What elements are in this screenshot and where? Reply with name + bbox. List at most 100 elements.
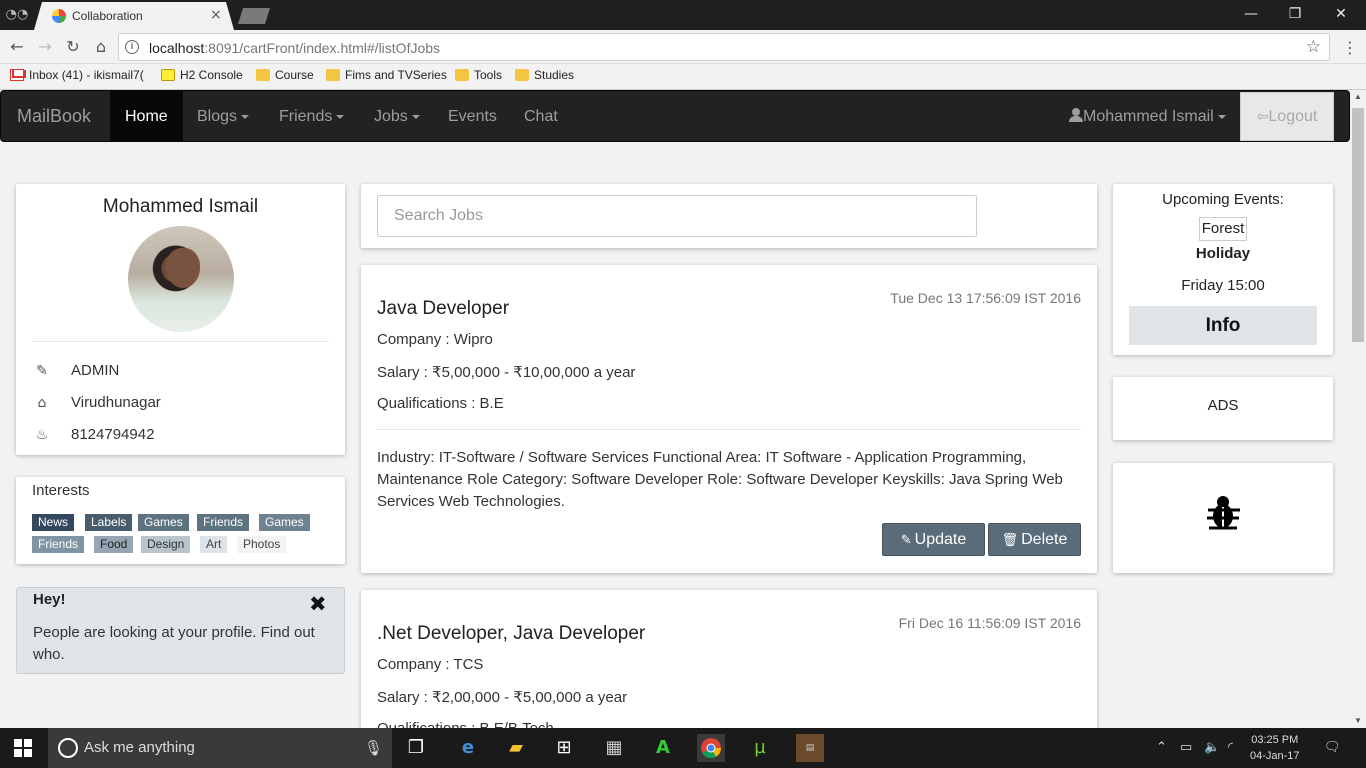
- bookmark-item[interactable]: H2 Console: [161, 68, 243, 82]
- interest-tag[interactable]: Games: [259, 514, 310, 531]
- tab-close-icon[interactable]: ×: [210, 7, 222, 23]
- address-bar[interactable]: i localhost:8091/cartFront/index.html#/l…: [118, 33, 1330, 61]
- scroll-down-icon[interactable]: ▼: [1350, 714, 1366, 728]
- media-player-icon[interactable]: ▦: [600, 734, 628, 762]
- job-title: .Net Developer, Java Developer: [377, 623, 646, 644]
- windows-start-icon[interactable]: [14, 739, 32, 757]
- bookmarks-bar: Inbox (41) - ikismail7( H2 Console Cours…: [0, 64, 1366, 90]
- logout-button[interactable]: ⇦Logout: [1240, 92, 1334, 141]
- utorrent-icon[interactable]: µ: [746, 734, 774, 762]
- job-company: Company : Wipro: [377, 331, 493, 348]
- search-jobs-input[interactable]: Search Jobs: [377, 195, 977, 237]
- divider: [377, 429, 1081, 430]
- reload-icon[interactable]: ↻: [62, 36, 84, 58]
- interests-title: Interests: [32, 482, 90, 499]
- bookmark-item[interactable]: Tools: [455, 68, 502, 82]
- system-clock[interactable]: 03:25 PM 04-Jan-17: [1250, 732, 1300, 764]
- scroll-up-icon[interactable]: ▲: [1350, 90, 1366, 104]
- scrollbar-thumb[interactable]: [1352, 108, 1364, 342]
- nav-chat[interactable]: Chat: [509, 91, 573, 141]
- cortana-search[interactable]: Ask me anything 🎙: [48, 728, 392, 768]
- new-tab-button[interactable]: [238, 8, 270, 24]
- window-close-icon[interactable]: ✕: [1318, 0, 1364, 30]
- alert-message: People are looking at your profile. Find…: [33, 624, 315, 663]
- tray-chevron-icon[interactable]: ⌃: [1156, 740, 1167, 755]
- maximize-icon[interactable]: ❐: [1272, 0, 1318, 30]
- browser-titlebar: ◔◔ Collaboration × — ❐ ✕: [0, 0, 1366, 30]
- site-info-icon[interactable]: i: [125, 40, 139, 54]
- bug-card: [1113, 463, 1333, 573]
- cortana-placeholder: Ask me anything: [84, 739, 195, 756]
- job-company: Company : TCS: [377, 656, 484, 673]
- minimize-icon[interactable]: —: [1228, 0, 1274, 30]
- delete-button[interactable]: 🗑 Delete: [988, 523, 1081, 556]
- nav-friends[interactable]: Friends: [264, 91, 359, 141]
- interest-tag[interactable]: Photos: [237, 536, 287, 553]
- bookmark-item[interactable]: Studies: [515, 68, 574, 82]
- app-game-icon[interactable]: ▤: [796, 734, 824, 762]
- chrome-logo: [701, 738, 722, 759]
- update-button[interactable]: ✎ Update: [882, 523, 985, 556]
- home-icon[interactable]: ⌂: [90, 36, 112, 58]
- bookmark-item[interactable]: Course: [256, 68, 314, 82]
- close-icon[interactable]: ✖: [309, 592, 327, 616]
- browser-menu-icon[interactable]: ⋮: [1342, 38, 1358, 57]
- interest-tag[interactable]: Design: [141, 536, 191, 553]
- interest-tag[interactable]: Friends: [32, 536, 85, 553]
- profile-views-alert: Hey! ✖ People are looking at your profil…: [16, 587, 345, 674]
- events-card: Upcoming Events: Forest Holiday Friday 1…: [1113, 184, 1333, 355]
- edge-icon[interactable]: e: [454, 734, 482, 762]
- wifi-icon[interactable]: ◜: [1228, 740, 1233, 755]
- interests-card: Interests News Labels Games Friends Game…: [16, 477, 345, 564]
- back-icon[interactable]: ←: [6, 36, 28, 58]
- nav-jobs[interactable]: Jobs: [359, 91, 435, 141]
- page-scrollbar[interactable]: ▲ ▼: [1350, 90, 1366, 728]
- forward-icon[interactable]: →: [34, 36, 56, 58]
- interest-tag[interactable]: Games: [138, 514, 189, 531]
- h2-icon: [161, 69, 175, 81]
- gmail-icon: [10, 69, 24, 81]
- caret-down-icon: [336, 114, 345, 119]
- job-card: Java Developer Tue Dec 13 17:56:09 IST 2…: [361, 265, 1097, 573]
- job-date: Fri Dec 16 11:56:09 IST 2016: [898, 615, 1081, 631]
- bookmark-item[interactable]: Fims and TVSeries: [326, 68, 447, 82]
- interest-tag[interactable]: Art: [200, 536, 228, 553]
- profile-card: Mohammed Ismail ✎ ADMIN ⌂ Virudhunagar ♨ 81…: [16, 184, 345, 455]
- microphone-icon[interactable]: 🎙: [364, 739, 383, 757]
- ads-card: ADS: [1113, 377, 1333, 440]
- interest-tag[interactable]: Friends: [197, 514, 250, 531]
- event-time: Friday 15:00: [1181, 277, 1265, 294]
- nav-events[interactable]: Events: [433, 91, 512, 141]
- cortana-icon: [58, 738, 78, 758]
- app-a-icon[interactable]: A: [649, 734, 677, 762]
- event-info-button[interactable]: Info: [1129, 306, 1317, 345]
- battery-icon[interactable]: ▭: [1180, 740, 1192, 755]
- bookmark-item[interactable]: Inbox (41) - ikismail7(: [10, 68, 144, 82]
- user-menu[interactable]: Mohammed Ismail: [1069, 108, 1226, 126]
- store-icon[interactable]: ⊞: [550, 734, 578, 762]
- bookmark-star-icon[interactable]: ☆: [1306, 37, 1321, 57]
- task-view-icon[interactable]: ❐: [402, 734, 430, 762]
- nav-blogs[interactable]: Blogs: [182, 91, 264, 141]
- file-explorer-icon[interactable]: ▰: [502, 734, 530, 762]
- trash-icon: 🗑: [1001, 533, 1019, 548]
- caret-down-icon: [241, 114, 250, 119]
- event-name: Forest: [1199, 217, 1247, 241]
- notifications-icon[interactable]: 🗨: [1324, 740, 1341, 755]
- tab-title: Collaboration: [72, 9, 143, 23]
- events-heading: Upcoming Events:: [1162, 191, 1284, 208]
- edit-icon: ✎: [900, 533, 912, 548]
- browser-tab[interactable]: Collaboration ×: [34, 2, 234, 30]
- url-text: localhost:8091/cartFront/index.html#/lis…: [149, 40, 441, 56]
- brand-logo[interactable]: MailBook: [17, 106, 91, 127]
- interest-tag[interactable]: Food: [94, 536, 134, 553]
- search-card: Search Jobs: [361, 184, 1097, 248]
- chrome-icon[interactable]: [697, 734, 725, 762]
- folder-icon: [256, 69, 270, 81]
- nav-home[interactable]: Home: [110, 91, 183, 141]
- caret-down-icon: [411, 114, 420, 119]
- interest-tag[interactable]: Labels: [85, 514, 133, 531]
- interest-tag[interactable]: News: [32, 514, 75, 531]
- volume-icon[interactable]: 🔈: [1204, 740, 1220, 755]
- bug-icon: [1207, 496, 1240, 530]
